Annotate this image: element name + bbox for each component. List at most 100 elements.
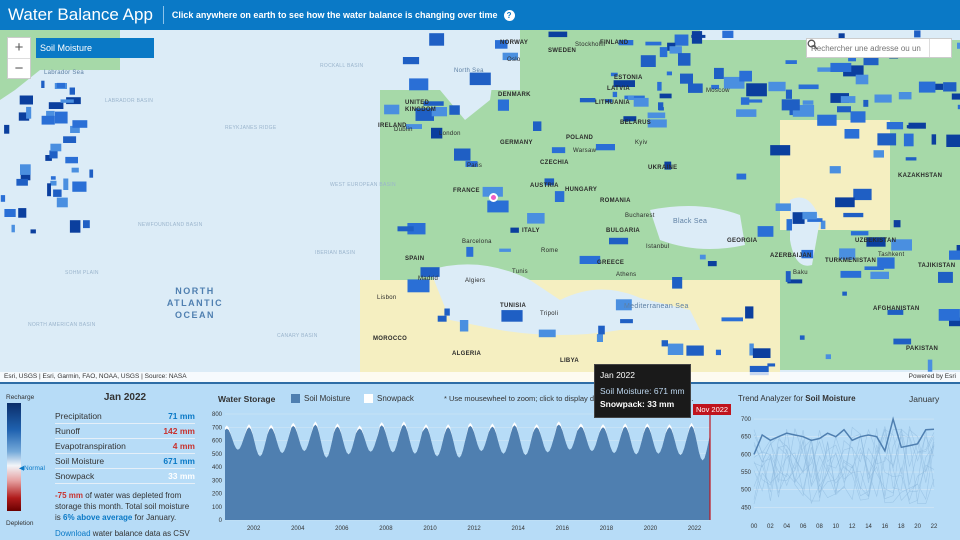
map-label-athens: Athens <box>616 272 637 278</box>
map-canvas[interactable] <box>0 30 960 384</box>
moisture-cell <box>16 178 28 186</box>
stats-month: Jan 2022 <box>103 392 147 403</box>
moisture-cell <box>799 335 805 340</box>
water-storage-chart[interactable]: 0 100 200 300 400 500 600 700 800 2002 2004 2006 200… <box>200 404 720 540</box>
map-label-madrid: Madrid <box>418 276 439 282</box>
moisture-cell <box>722 30 734 38</box>
header-subtitle: Click anywhere on earth to see how the w… <box>171 10 498 20</box>
trend-line-other <box>753 428 935 488</box>
trend-title-prefix: Trend Analyzer for <box>738 394 806 403</box>
legend-normal-label: ◀Normal <box>19 465 45 472</box>
map-label-sohm: SOHM PLAIN <box>65 270 99 276</box>
moisture-cell <box>736 109 757 117</box>
water-balance-stats: Jan 2022 Precipitation 71 mm Runoff 142 mm… <box>55 392 195 538</box>
moisture-cell <box>554 191 565 202</box>
trend-analyzer-chart[interactable]: 450 500 550 600 650 700 00 02 04 06 08 10 12 14 16 18 20… <box>738 406 958 536</box>
moisture-cell <box>874 94 892 103</box>
moisture-cell <box>840 96 856 103</box>
moisture-cell <box>686 345 704 356</box>
legend-soil-moisture[interactable]: Soil Moisture <box>291 394 350 403</box>
moisture-cell <box>18 208 27 218</box>
x-tick-label: 10 <box>832 524 839 530</box>
map-label-kyiv: Kyiv <box>635 140 648 146</box>
trend-title-layer: Soil Moisture <box>805 394 856 403</box>
moisture-cell <box>4 124 10 134</box>
search-input[interactable] <box>807 39 929 57</box>
search-button[interactable] <box>807 39 951 57</box>
moisture-cell <box>893 338 912 345</box>
help-icon[interactable]: ? <box>503 9 515 21</box>
moisture-cell <box>26 106 32 119</box>
moisture-cell <box>802 100 814 105</box>
land-region <box>520 30 700 90</box>
moisture-cell <box>69 220 81 233</box>
location-marker[interactable] <box>489 193 498 202</box>
tooltip-soil: Soil Moisture: 671 mm <box>600 386 685 396</box>
stat-row-evapotranspiration: Evapotranspiration 4 mm <box>55 439 195 454</box>
moisture-cell <box>612 91 618 98</box>
moisture-cell <box>499 248 511 252</box>
moisture-cell <box>674 34 689 46</box>
map-label-kazakhstan: KAZAKHSTAN <box>898 173 943 179</box>
moisture-cell <box>903 133 914 147</box>
map-label-north-american: NORTH AMERICAN BASIN <box>28 322 96 328</box>
map-label-black-sea: Black Sea <box>673 218 708 225</box>
moisture-cell <box>41 80 45 88</box>
stat-row-soil-moisture: Soil Moisture 671 mm <box>55 454 195 469</box>
map-label-hungary: HUNGARY <box>565 187 598 193</box>
moisture-cell <box>870 271 889 279</box>
y-tick-label: 500 <box>212 452 223 458</box>
moisture-cell <box>41 115 55 125</box>
x-tick-label: 2002 <box>247 526 261 532</box>
x-tick-label: 2004 <box>291 526 305 532</box>
y-tick-label: 600 <box>212 439 223 445</box>
moisture-cell <box>0 195 6 202</box>
moisture-cell <box>596 334 603 342</box>
moisture-cell <box>938 271 953 283</box>
moisture-cell <box>746 83 767 97</box>
y-tick-label: 550 <box>741 470 752 476</box>
map-label-sweden: SWEDEN <box>548 48 577 54</box>
map-label-algeria: ALGERIA <box>452 351 482 357</box>
map-attribution: Esri, USGS | Esri, Garmin, FAO, NOAA, US… <box>0 372 960 382</box>
moisture-cell <box>840 270 862 278</box>
moisture-cell <box>949 250 960 260</box>
zoom-in-button[interactable]: + <box>8 38 30 58</box>
attribution-powered[interactable]: Powered by Esri <box>909 373 956 381</box>
snow-swatch <box>364 394 373 403</box>
moisture-cell <box>55 111 68 124</box>
x-tick-label: 2014 <box>512 526 526 532</box>
trend-analyzer-title: Trend Analyzer for Soil Moisture <box>738 394 856 403</box>
moisture-cell <box>864 266 884 270</box>
moisture-cell <box>510 227 519 233</box>
moisture-cell <box>397 226 414 232</box>
moisture-cell <box>951 93 960 100</box>
moisture-cell <box>667 343 684 355</box>
map-label-moscow: Moscow <box>706 88 730 94</box>
y-tick-label: 600 <box>741 452 752 458</box>
map-label-uzbekistan: UZBEKISTAN <box>855 238 897 244</box>
map-label-west-european: WEST EUROPEAN BASIN <box>330 182 396 188</box>
map-label-london: London <box>439 131 461 137</box>
moisture-cell <box>661 340 668 347</box>
moisture-cell <box>548 31 568 38</box>
x-tick-label: 12 <box>849 524 856 530</box>
map-label-germany: GERMANY <box>500 140 533 146</box>
stat-label: Runoff <box>55 426 80 436</box>
trend-month[interactable]: January <box>909 394 939 404</box>
moisture-cell <box>4 209 16 217</box>
moisture-cell <box>645 41 662 46</box>
moisture-cell <box>20 164 31 175</box>
moisture-cell <box>785 60 797 64</box>
moisture-cell <box>691 34 706 38</box>
download-csv-link[interactable]: Download <box>55 529 91 538</box>
moisture-cell <box>551 147 566 154</box>
legend-snowpack[interactable]: Snowpack <box>364 394 414 403</box>
legend-color-bar <box>7 403 21 511</box>
zoom-out-button[interactable]: − <box>8 58 30 78</box>
moisture-cell <box>898 92 912 100</box>
moisture-cell <box>56 82 65 88</box>
layer-select[interactable]: Soil Moisture <box>36 38 154 58</box>
map-view[interactable]: Labrador Sea LABRADOR BASIN North Sea RO… <box>0 30 960 384</box>
map-label-spain: SPAIN <box>405 256 425 262</box>
